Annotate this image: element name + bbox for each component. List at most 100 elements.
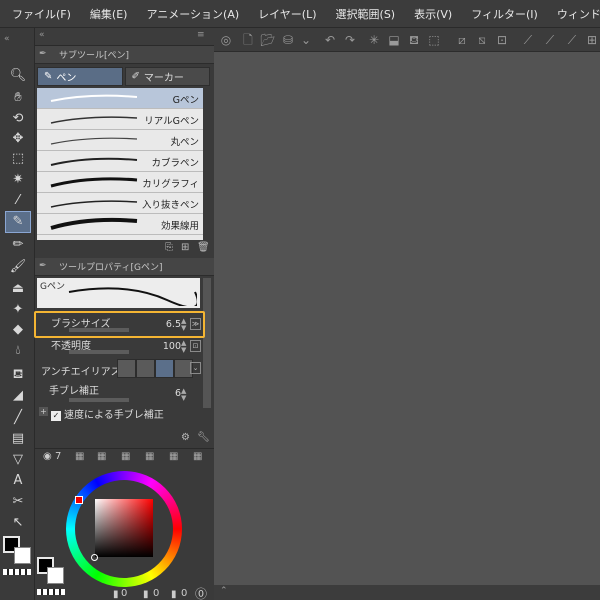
ruler-icon[interactable]: ▽ (6, 450, 30, 470)
transform-icon[interactable]: ⬚ (426, 32, 442, 48)
brush-real-g-pen[interactable]: リアルGペン (37, 109, 203, 130)
sub-color-chip[interactable] (47, 567, 64, 584)
transparent-color-chips[interactable] (37, 589, 65, 595)
save-icon[interactable]: ⛁ (280, 32, 296, 48)
expand-up-icon[interactable]: ⌃ (220, 586, 228, 596)
brush-size-slider[interactable] (69, 328, 129, 332)
eraser-icon[interactable]: ◆ (6, 320, 30, 340)
hand-icon[interactable]: ✋︎ (6, 88, 30, 108)
deselect-icon[interactable]: ⧄ (454, 32, 470, 48)
rotate-icon[interactable]: ⟲ (6, 109, 30, 129)
auto-select-icon[interactable]: ✷ (6, 170, 30, 190)
history-tab-icon[interactable]: ▦ (169, 451, 178, 462)
canvas-area[interactable] (214, 52, 600, 585)
brush-icon[interactable]: 🖌︎ (6, 257, 30, 277)
sub-color-chip[interactable] (14, 547, 31, 564)
menu-filter[interactable]: フィルター(I) (471, 6, 538, 22)
brush-kabura-pen[interactable]: カブラペン (37, 151, 203, 172)
brush-effect-line[interactable]: 効果線用 (37, 214, 203, 235)
correct-line-icon[interactable]: ↖ (6, 513, 30, 533)
opacity-value[interactable]: 100 (163, 341, 181, 352)
intermediate-color-tab-icon[interactable]: ▦ (121, 451, 130, 462)
select-rect-icon[interactable]: ⬚ (6, 149, 30, 169)
menu-icon[interactable]: ≡ (197, 30, 205, 40)
opacity-settings-icon[interactable]: ⊡ (190, 340, 201, 352)
add-subtool-icon[interactable]: ⊞ (181, 242, 189, 253)
menu-window[interactable]: ウィンドウ(W (557, 6, 600, 22)
scrollbar[interactable] (203, 278, 211, 408)
invert-selection-icon[interactable]: ⧅ (474, 32, 490, 48)
clear-icon[interactable]: ⬓ (386, 32, 402, 48)
sv-marker[interactable] (91, 554, 98, 561)
brush-size-stepper[interactable]: ▲ ▼ (181, 318, 189, 332)
antialias-none-button[interactable] (117, 359, 136, 378)
menu-file[interactable]: ファイル(F) (12, 6, 71, 22)
color-slider-tab-icon[interactable]: ▦ (75, 451, 84, 462)
more-icon[interactable]: ⊞ (584, 32, 600, 48)
pen-icon[interactable]: ✎ (5, 211, 31, 233)
line-icon[interactable]: ╱ (6, 408, 30, 428)
tab-marker[interactable]: ✐ マーカー (124, 67, 210, 86)
brush-size-value[interactable]: 6.5 (166, 319, 181, 330)
stabilization-stepper[interactable]: ▲ ▼ (181, 388, 189, 402)
blend-icon[interactable]: 💧︎ (6, 341, 30, 361)
redo-icon[interactable]: ↷ (342, 32, 358, 48)
pen-icon: ✎ (44, 71, 53, 82)
brush-taper-pen[interactable]: 入り抜きペン (37, 193, 203, 214)
menu-edit[interactable]: 編集(E) (90, 6, 128, 22)
menu-view[interactable]: 表示(V) (414, 6, 452, 22)
undo-icon[interactable]: ↶ (322, 32, 338, 48)
pencil-icon[interactable]: ✏︎ (6, 235, 30, 255)
loading-icon[interactable]: ✳ (366, 32, 382, 48)
stabilization-slider[interactable] (69, 398, 129, 402)
menu-animation[interactable]: アニメーション(A) (146, 6, 239, 22)
fill-icon[interactable]: ⛾ (406, 32, 422, 48)
chevron-down-icon[interactable]: ⌄ (298, 32, 314, 48)
color-wheel-tab-icon[interactable]: ◉ (43, 451, 52, 462)
gradient-icon[interactable]: ◢ (6, 386, 30, 406)
menu-layer[interactable]: レイヤー(L) (258, 6, 316, 22)
pressure-settings-icon[interactable]: ≫ (190, 318, 201, 330)
color-mode-icon[interactable]: ⓪ (195, 585, 207, 600)
crop-icon[interactable]: ⊡ (494, 32, 510, 48)
transparent-color-chips[interactable] (3, 569, 31, 575)
trash-icon[interactable]: 🗑︎ (197, 242, 210, 253)
airbrush-icon[interactable]: ⏏ (6, 279, 30, 299)
snap-ruler-icon[interactable]: ⟋ (520, 32, 536, 48)
tab-pen[interactable]: ✎ ペン (37, 67, 123, 86)
antialias-medium-button[interactable] (155, 359, 174, 378)
hue-marker[interactable] (75, 496, 83, 504)
approx-color-tab-icon[interactable]: ▦ (145, 451, 154, 462)
decoration-icon[interactable]: ✦ (6, 300, 30, 320)
collapse-icon[interactable]: « (4, 34, 30, 44)
new-file-icon[interactable]: 🗋︎ (240, 32, 256, 48)
text-icon[interactable]: A (6, 471, 30, 491)
speed-stabilization-checkbox[interactable]: ✓ (51, 411, 61, 421)
wrench-icon[interactable]: 🔧︎ (197, 432, 210, 443)
saturation-value-square[interactable] (95, 499, 153, 557)
app-logo-icon[interactable]: ◎ (218, 32, 234, 48)
chevron-down-icon[interactable]: ⌄ (190, 362, 201, 374)
fill-icon[interactable]: ⛾ (6, 365, 30, 385)
collapse-icon[interactable]: « (39, 30, 45, 40)
expand-icon[interactable]: + (39, 407, 48, 416)
menu-selection[interactable]: 選択範囲(S) (336, 6, 396, 22)
move-icon[interactable]: ✥ (6, 129, 30, 149)
opacity-slider[interactable] (69, 350, 129, 354)
brush-g-pen[interactable]: Gペン (37, 88, 203, 109)
balloon-icon[interactable]: ✂ (6, 492, 30, 512)
copy-subtool-icon[interactable]: ⎘ (165, 242, 173, 253)
open-file-icon[interactable]: 📂︎ (260, 32, 276, 48)
brush-calligraphy[interactable]: カリグラフィ (37, 172, 203, 193)
snap-special-ruler-icon[interactable]: ⟋ (542, 32, 558, 48)
menu-icon[interactable]: ▦ (193, 451, 202, 462)
antialias-weak-button[interactable] (136, 359, 155, 378)
frame-icon[interactable]: ▤ (6, 429, 30, 449)
color-set-tab-icon[interactable]: ▦ (97, 451, 106, 462)
snap-grid-icon[interactable]: ⟋ (564, 32, 580, 48)
eyedropper-icon[interactable]: ⁄ (6, 191, 30, 211)
opacity-stepper[interactable]: ▲ ▼ (181, 340, 189, 354)
brush-round-pen[interactable]: 丸ペン (37, 130, 203, 151)
settings-icon[interactable]: ⚙ (181, 432, 190, 443)
magnifier-icon[interactable]: 🔍︎ (6, 66, 30, 86)
